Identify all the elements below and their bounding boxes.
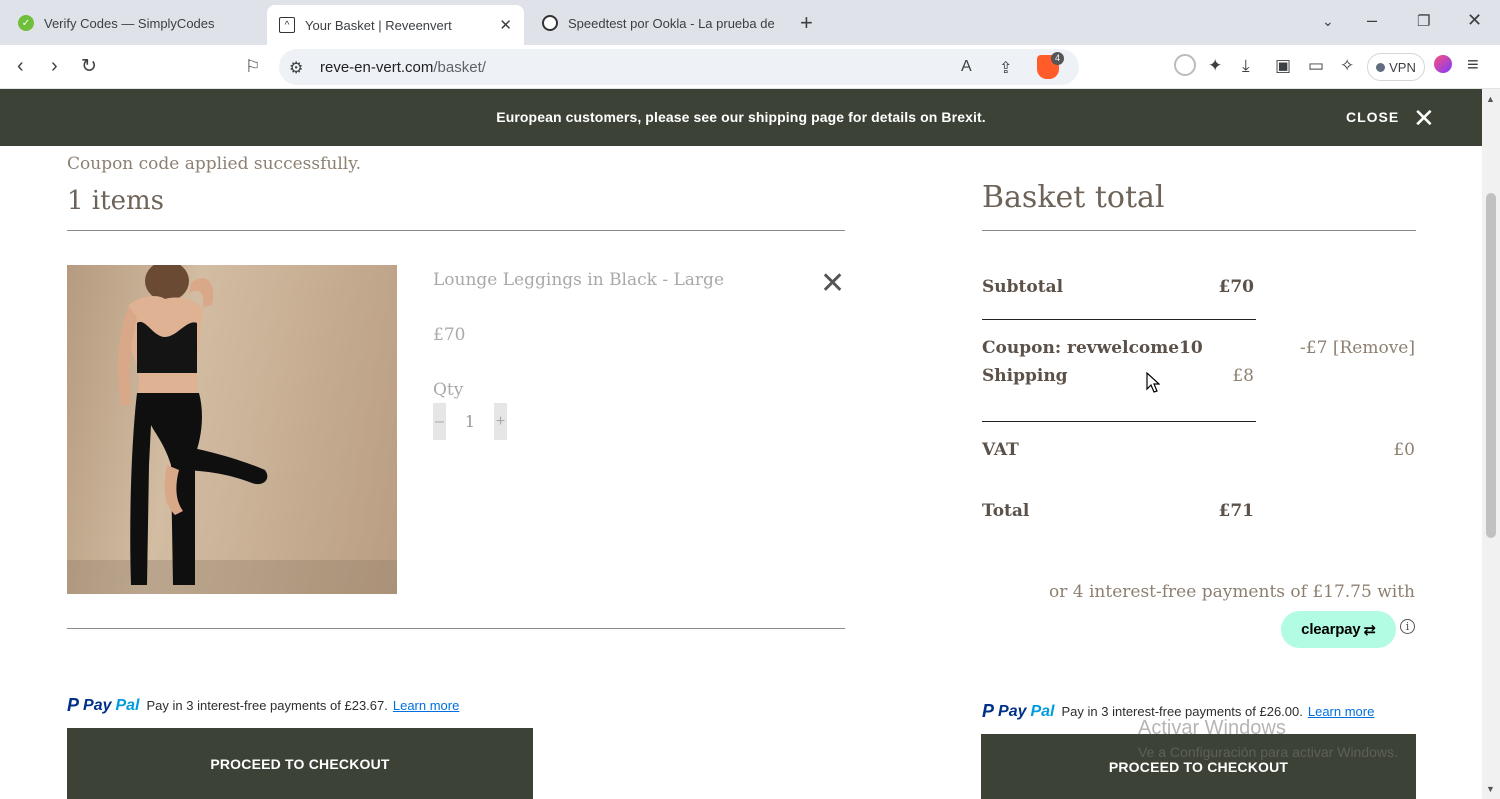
total-label: Total xyxy=(982,501,1030,521)
downloads-icon[interactable]: ⤓ xyxy=(1242,56,1250,76)
url-path: /basket/ xyxy=(433,59,486,76)
forward-icon[interactable]: › xyxy=(51,55,58,78)
scroll-down-icon[interactable]: ▼ xyxy=(1486,784,1495,794)
basket-total-heading: Basket total xyxy=(982,180,1165,215)
extension-c-icon[interactable] xyxy=(1174,54,1196,76)
qty-decrease-button[interactable]: – xyxy=(433,403,446,440)
scrollbar-thumb[interactable] xyxy=(1486,193,1496,538)
site-settings-icon[interactable]: ⚙ xyxy=(289,58,303,78)
coupon-value: -£7 xyxy=(1300,338,1328,358)
clearpay-arrows-icon: ⇄ xyxy=(1363,621,1376,639)
qty-value[interactable]: 1 xyxy=(446,412,494,431)
vpn-status-icon xyxy=(1376,62,1386,72)
items-count-heading: 1 items xyxy=(67,186,164,216)
info-icon[interactable]: i xyxy=(1400,619,1415,634)
profile-avatar-icon[interactable] xyxy=(1434,55,1452,73)
remove-item-icon[interactable]: ✕ xyxy=(820,266,845,301)
paypal-logo: P Pay Pal xyxy=(982,701,1055,722)
scroll-up-icon[interactable]: ▲ xyxy=(1486,94,1495,104)
paypal-logo-pay: Pay xyxy=(998,702,1027,720)
back-icon[interactable]: ‹ xyxy=(17,55,24,78)
paypal-logo-pay: Pay xyxy=(83,696,112,714)
reload-icon[interactable]: ↻ xyxy=(81,55,97,78)
paypal-pay-in-3-message: P Pay Pal Pay in 3 interest-free payments … xyxy=(67,695,459,716)
paypal-p-icon: P xyxy=(67,695,80,715)
quantity-stepper: – 1 + xyxy=(433,403,507,440)
shields-count-badge: 4 xyxy=(1051,52,1064,65)
divider xyxy=(67,230,845,231)
url-text[interactable]: reve-en-vert.com/basket/ xyxy=(320,59,486,76)
share-icon[interactable]: ⇪ xyxy=(999,58,1012,78)
bookmark-icon[interactable]: ⚐ xyxy=(245,57,260,77)
simplycodes-favicon-icon: ✓ xyxy=(18,15,34,31)
tab-search-chevron-icon[interactable]: ⌄ xyxy=(1322,13,1334,30)
divider xyxy=(982,421,1256,422)
new-tab-icon[interactable]: + xyxy=(800,10,813,36)
vat-value: £0 xyxy=(1393,440,1415,460)
brexit-banner: European customers, please see our shipp… xyxy=(0,89,1482,146)
coupon-success-message: Coupon code applied successfully. xyxy=(67,154,361,174)
product-name[interactable]: Lounge Leggings in Black - Large xyxy=(433,270,724,290)
tab-title: Your Basket | Reveenvert xyxy=(305,17,452,33)
vpn-button[interactable]: VPN xyxy=(1367,53,1425,81)
divider xyxy=(982,230,1416,231)
vat-label: VAT xyxy=(982,440,1019,460)
extensions-puzzle-icon[interactable]: ✦ xyxy=(1208,56,1222,76)
shipping-label: Shipping xyxy=(982,366,1068,386)
mouse-cursor-icon xyxy=(1146,372,1160,393)
shipping-value: £8 xyxy=(1232,366,1254,386)
clearpay-message: or 4 interest-free payments of £17.75 wi… xyxy=(1049,582,1415,602)
paypal-learn-more-link[interactable]: Learn more xyxy=(393,698,459,713)
product-photo-illustration xyxy=(67,265,397,594)
minimize-icon[interactable]: – xyxy=(1367,10,1377,31)
paypal-logo: P Pay Pal xyxy=(67,695,140,716)
divider xyxy=(982,319,1256,320)
remove-coupon-link[interactable]: [Remove] xyxy=(1333,338,1415,358)
paypal-logo-pal: Pal xyxy=(1030,702,1055,720)
restore-icon[interactable]: ❐ xyxy=(1417,12,1430,30)
subtotal-value: £70 xyxy=(1218,277,1255,297)
paypal-message-text: Pay in 3 interest-free payments of £23.6… xyxy=(146,698,388,713)
reveenvert-favicon-icon: ^ xyxy=(279,17,295,33)
tab-speedtest[interactable]: Speedtest por Ookla - La prueba de xyxy=(530,5,788,41)
windows-watermark-title: Activar Windows xyxy=(1138,717,1286,739)
coupon-discount: -£7 [Remove] xyxy=(1240,338,1415,358)
total-value: £71 xyxy=(1218,501,1255,521)
url-host: reve-en-vert.com xyxy=(320,59,434,76)
banner-close-label[interactable]: CLOSE xyxy=(1346,109,1399,125)
clearpay-badge[interactable]: clearpay ⇄ xyxy=(1281,611,1396,648)
browser-tab-strip: ✓ Verify Codes — SimplyCodes ^ Your Bask… xyxy=(0,0,1500,45)
ookla-favicon-icon xyxy=(542,15,558,31)
windows-watermark-subtitle: Ve a Configuración para activar Windows. xyxy=(1138,744,1398,760)
product-image[interactable] xyxy=(67,265,397,594)
tab-simplycodes[interactable]: ✓ Verify Codes — SimplyCodes xyxy=(6,5,264,41)
wallet-icon[interactable]: ▭ xyxy=(1308,56,1324,76)
leo-ai-icon[interactable]: ✧ xyxy=(1340,56,1354,76)
tab-basket[interactable]: ^ Your Basket | Reveenvert ✕ xyxy=(267,5,524,45)
paypal-logo-pal: Pal xyxy=(115,696,140,714)
banner-message[interactable]: European customers, please see our shipp… xyxy=(0,109,1482,125)
divider xyxy=(67,628,845,629)
menu-hamburger-icon[interactable]: ≡ xyxy=(1467,54,1479,77)
tab-title: Speedtest por Ookla - La prueba de xyxy=(568,15,775,31)
paypal-p-icon: P xyxy=(982,701,995,721)
vpn-label: VPN xyxy=(1389,59,1416,75)
translate-icon[interactable]: A xyxy=(961,58,972,76)
clearpay-brand: clearpay xyxy=(1301,621,1361,638)
close-icon[interactable]: ✕ xyxy=(1413,103,1435,134)
close-tab-icon[interactable]: ✕ xyxy=(499,16,512,34)
product-price: £70 xyxy=(433,325,466,345)
browser-toolbar: ‹ › ↻ ⚐ ⚙ reve-en-vert.com/basket/ A ⇪ 4… xyxy=(0,45,1500,89)
page-scrollbar[interactable]: ▲ ▼ xyxy=(1482,89,1500,799)
window-close-icon[interactable]: ✕ xyxy=(1467,10,1482,31)
paypal-learn-more-link[interactable]: Learn more xyxy=(1308,704,1374,719)
qty-increase-button[interactable]: + xyxy=(494,403,507,440)
proceed-to-checkout-button[interactable]: PROCEED TO CHECKOUT xyxy=(67,728,533,799)
tab-title: Verify Codes — SimplyCodes xyxy=(44,15,215,31)
subtotal-label: Subtotal xyxy=(982,277,1064,297)
coupon-label: Coupon: revwelcome10 xyxy=(982,338,1203,358)
qty-label: Qty xyxy=(433,380,464,400)
address-bar[interactable]: ⚙ reve-en-vert.com/basket/ A ⇪ 4 xyxy=(279,49,1079,85)
sidebar-icon[interactable]: ▣ xyxy=(1275,56,1291,76)
